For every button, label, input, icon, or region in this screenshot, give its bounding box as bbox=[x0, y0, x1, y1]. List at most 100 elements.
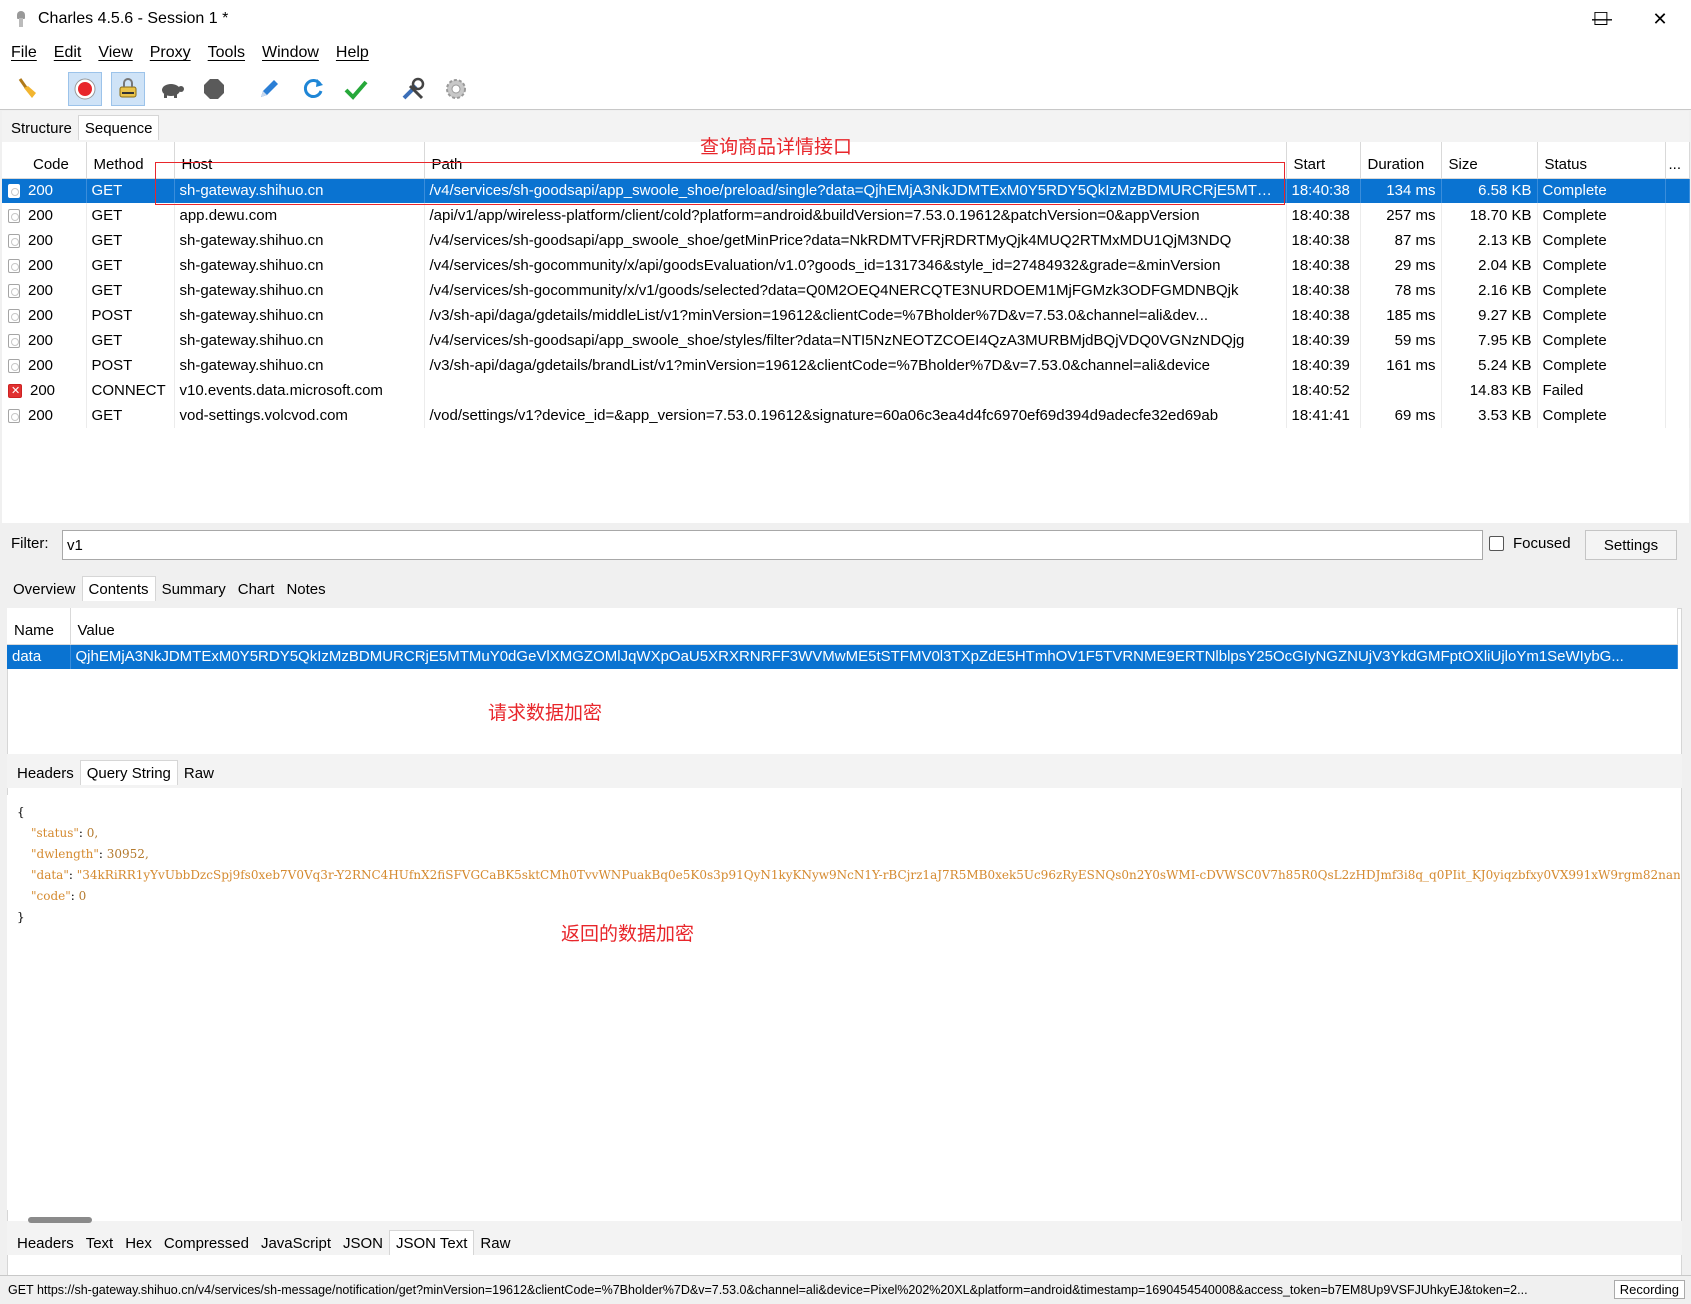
toolbar bbox=[0, 68, 1691, 110]
cell-method: GET bbox=[86, 328, 175, 353]
tab-chart[interactable]: Chart bbox=[232, 577, 281, 601]
pen-icon[interactable] bbox=[252, 72, 286, 106]
resp-tab-headers[interactable]: Headers bbox=[11, 1231, 80, 1255]
highlight-box bbox=[155, 162, 1285, 205]
table-row[interactable]: 200 POST sh-gateway.shihuo.cn/v3/sh-api/da… bbox=[2, 353, 1690, 378]
settings-button[interactable]: Settings bbox=[1585, 530, 1677, 560]
col-status[interactable]: Status bbox=[1537, 142, 1666, 179]
menu-edit[interactable]: Edit bbox=[54, 44, 82, 62]
cell-code: 200 bbox=[2, 328, 87, 353]
close-button[interactable]: ✕ bbox=[1631, 0, 1689, 38]
annotation-query-detail: 查询商品详情接口 bbox=[700, 136, 853, 158]
cell-host: sh-gateway.shihuo.cn bbox=[174, 328, 425, 353]
check-icon[interactable] bbox=[339, 72, 373, 106]
recording-badge: Recording bbox=[1613, 1280, 1685, 1299]
cell-path: /v4/services/sh-gocommunity/x/api/goodsE… bbox=[424, 253, 1287, 278]
cell-duration: 257 ms bbox=[1360, 203, 1442, 228]
resp-tab-json-text[interactable]: JSON Text bbox=[389, 1230, 475, 1255]
request-doc-icon bbox=[8, 259, 20, 274]
tab-notes[interactable]: Notes bbox=[280, 577, 331, 601]
horizontal-scrollbar-thumb[interactable] bbox=[28, 1217, 92, 1223]
resp-tab-hex[interactable]: Hex bbox=[119, 1231, 158, 1255]
filter-input[interactable] bbox=[62, 530, 1483, 560]
response-json-view[interactable]: { "status": 0, "dwlength": 30952, "data"… bbox=[7, 795, 1680, 1210]
cell-empty bbox=[1665, 378, 1690, 403]
col-code[interactable]: Code bbox=[2, 142, 87, 179]
cell-path: /api/v1/app/wireless-platform/client/col… bbox=[424, 203, 1287, 228]
cell-method: GET bbox=[86, 278, 175, 303]
menu-file[interactable]: File bbox=[11, 44, 37, 62]
col-start[interactable]: Start bbox=[1286, 142, 1361, 179]
query-row[interactable]: data QjhEMjA3NkJDMTExM0Y5RDY5QkIzMzBDMUR… bbox=[7, 644, 1678, 669]
col-value[interactable]: Value bbox=[70, 608, 1678, 645]
request-doc-icon bbox=[8, 334, 20, 349]
col-more[interactable]: ... bbox=[1665, 142, 1690, 179]
table-row[interactable]: 200 GET sh-gateway.shihuo.cn/v4/services/s… bbox=[2, 278, 1690, 303]
cell-host: sh-gateway.shihuo.cn bbox=[174, 303, 425, 328]
table-row[interactable]: 200 GET sh-gateway.shihuo.cn/v4/services/s… bbox=[2, 328, 1690, 353]
cell-status: Complete bbox=[1537, 253, 1666, 278]
json-line-data: "data": "34kRiRR1yYvUbbDzcSpj9fs0xeb7V0V… bbox=[31, 868, 1680, 882]
col-name[interactable]: Name bbox=[7, 608, 71, 645]
maximize-button[interactable]: ☐ bbox=[1572, 0, 1630, 38]
broom-icon[interactable] bbox=[10, 72, 44, 106]
resp-tab-json[interactable]: JSON bbox=[337, 1231, 389, 1255]
cell-host: vod-settings.volcvod.com bbox=[174, 403, 425, 428]
resp-tab-text[interactable]: Text bbox=[80, 1231, 120, 1255]
cell-code: 200 bbox=[2, 203, 87, 228]
table-row[interactable]: 200 GET sh-gateway.shihuo.cn/v4/services/s… bbox=[2, 228, 1690, 253]
table-row[interactable]: 200 GET sh-gateway.shihuo.cn/v4/services/s… bbox=[2, 253, 1690, 278]
query-param-name: data bbox=[7, 644, 71, 669]
status-code: 200 bbox=[28, 307, 54, 324]
json-line-status: "status": 0, bbox=[31, 826, 99, 840]
tab-summary[interactable]: Summary bbox=[156, 577, 232, 601]
cell-empty bbox=[1665, 278, 1690, 303]
tools-icon[interactable] bbox=[396, 72, 430, 106]
menu-view[interactable]: View bbox=[98, 44, 132, 62]
menu-help[interactable]: Help bbox=[336, 44, 369, 62]
cell-status: Complete bbox=[1537, 403, 1666, 428]
table-row[interactable]: 200 GET app.dewu.com/api/v1/app/wireless-p… bbox=[2, 203, 1690, 228]
throttle-icon[interactable] bbox=[111, 72, 145, 106]
resp-tab-compressed[interactable]: Compressed bbox=[158, 1231, 255, 1255]
menu-tools[interactable]: Tools bbox=[208, 44, 245, 62]
record-icon[interactable] bbox=[68, 72, 102, 106]
req-tab-raw[interactable]: Raw bbox=[178, 761, 220, 785]
charles-app-icon bbox=[14, 10, 28, 28]
tab-sequence[interactable]: Sequence bbox=[77, 115, 160, 140]
cell-method: CONNECT bbox=[86, 378, 175, 403]
table-row[interactable]: 200 GET vod-settings.volcvod.com/vod/setti… bbox=[2, 403, 1690, 428]
resp-tab-raw[interactable]: Raw bbox=[474, 1231, 516, 1255]
tab-overview[interactable]: Overview bbox=[7, 577, 82, 601]
focused-checkbox[interactable] bbox=[1489, 536, 1504, 551]
menu-proxy[interactable]: Proxy bbox=[150, 44, 191, 62]
cell-method: GET bbox=[86, 203, 175, 228]
resp-tab-javascript[interactable]: JavaScript bbox=[255, 1231, 337, 1255]
cell-start: 18:40:38 bbox=[1286, 228, 1361, 253]
req-tab-query-string[interactable]: Query String bbox=[79, 760, 178, 785]
cell-method: POST bbox=[86, 353, 175, 378]
request-doc-icon bbox=[8, 409, 20, 424]
table-row[interactable]: 200 CONNECTv10.events.data.microsoft.com 1… bbox=[2, 378, 1690, 403]
table-row[interactable]: 200 POST sh-gateway.shihuo.cn/v3/sh-api/da… bbox=[2, 303, 1690, 328]
turtle-icon[interactable] bbox=[155, 72, 189, 106]
menu-window[interactable]: Window bbox=[262, 44, 319, 62]
tab-contents[interactable]: Contents bbox=[81, 576, 156, 601]
gear-icon[interactable] bbox=[439, 72, 473, 106]
cell-empty bbox=[1665, 328, 1690, 353]
menu-bar: File Edit View Proxy Tools Window Help bbox=[0, 38, 1691, 68]
col-duration[interactable]: Duration bbox=[1360, 142, 1442, 179]
tab-structure[interactable]: Structure bbox=[5, 114, 78, 140]
refresh-icon[interactable] bbox=[296, 72, 330, 106]
stop-icon[interactable] bbox=[197, 72, 231, 106]
cell-path: /v4/services/sh-goodsapi/app_swoole_shoe… bbox=[424, 228, 1287, 253]
failed-request-icon bbox=[8, 384, 22, 399]
cell-path: /v3/sh-api/daga/gdetails/middleList/v1?m… bbox=[424, 303, 1287, 328]
cell-duration: 78 ms bbox=[1360, 278, 1442, 303]
cell-code: 200 bbox=[2, 278, 87, 303]
cell-duration: 69 ms bbox=[1360, 403, 1442, 428]
json-line-code: "code": 0 bbox=[31, 889, 87, 903]
cell-start: 18:40:38 bbox=[1286, 303, 1361, 328]
req-tab-headers[interactable]: Headers bbox=[11, 761, 80, 785]
col-size[interactable]: Size bbox=[1441, 142, 1538, 179]
